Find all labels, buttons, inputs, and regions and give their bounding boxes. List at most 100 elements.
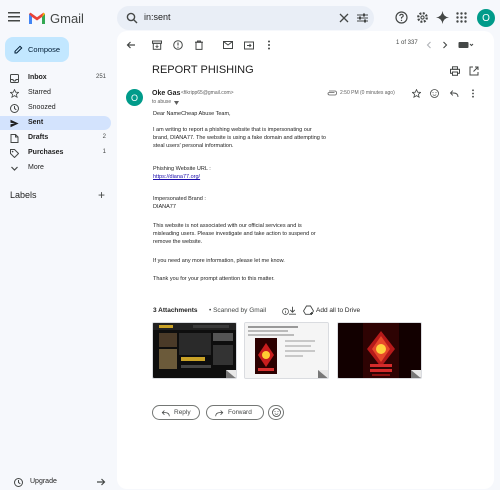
inbox-icon (10, 74, 19, 83)
message-panel: 1 of 337 REPORT PHISHING O Oke Gas <fikr… (117, 31, 494, 489)
sidebar-item-purchases[interactable]: Purchases 1 (0, 146, 111, 160)
forward-icon (215, 409, 224, 417)
attachment-thumbnail-1[interactable] (152, 322, 237, 379)
download-all-icon[interactable] (288, 306, 297, 315)
sidebar-item-label: Purchases (28, 149, 64, 156)
brand-value: DIANA77 (153, 204, 176, 210)
attachment-clip-icon (327, 90, 337, 96)
upgrade-link[interactable]: Upgrade (10, 476, 110, 488)
keyboard-input-icon[interactable] (458, 41, 474, 49)
body-text-line: If you need any more information, please… (153, 258, 285, 264)
sidebar-item-label: More (28, 164, 44, 171)
email-subject: REPORT PHISHING (152, 64, 254, 76)
sidebar-item-drafts[interactable]: Drafts 2 (0, 131, 111, 145)
message-time: 2:50 PM (0 minutes ago) (340, 90, 395, 96)
body-text-line: brand, DIANA77. The website is using a f… (153, 135, 326, 141)
pencil-icon (14, 45, 23, 54)
upgrade-label: Upgrade (30, 478, 57, 485)
sidebar-item-starred[interactable]: Starred (0, 86, 111, 100)
chevron-right-icon[interactable] (440, 40, 450, 50)
labels-heading: Labels (10, 190, 37, 200)
attachment-thumbnail-3[interactable] (337, 322, 422, 379)
draft-icon (10, 134, 19, 143)
mark-unread-icon[interactable] (223, 40, 233, 50)
add-to-drive-icon[interactable] (303, 305, 314, 315)
scanned-by-gmail: • Scanned by Gmail (209, 307, 267, 314)
reply-button[interactable]: Reply (152, 405, 200, 420)
gmail-logo[interactable]: Gmail (28, 9, 84, 27)
more-vert-icon[interactable] (470, 89, 476, 98)
sidebar-item-more[interactable]: More (0, 161, 111, 175)
body-text-line: Thank you for your prompt attention to t… (153, 276, 275, 282)
open-new-window-icon[interactable] (469, 66, 479, 76)
tag-icon (10, 149, 19, 158)
search-options-icon[interactable] (357, 13, 368, 23)
forward-label: Forward (228, 409, 252, 416)
search-input[interactable]: in:sent (144, 12, 171, 22)
add-all-to-drive-link[interactable]: Add all to Drive (316, 307, 360, 314)
settings-gear-icon[interactable] (416, 11, 430, 25)
sidebar-item-snoozed[interactable]: Snoozed (0, 101, 111, 115)
reply-icon (161, 409, 170, 417)
url-label: Phishing Website URL : (153, 166, 211, 172)
pagination-text: 1 of 337 (396, 40, 418, 46)
account-avatar[interactable]: O (477, 9, 495, 27)
more-vert-icon[interactable] (264, 40, 274, 50)
apps-grid-icon[interactable] (456, 12, 470, 26)
star-icon[interactable] (412, 89, 421, 98)
recipient-details-icon[interactable] (174, 101, 179, 105)
emoji-reaction-icon (271, 408, 281, 417)
sidebar-item-label: Sent (28, 119, 44, 126)
send-icon (10, 119, 19, 128)
move-to-icon[interactable] (244, 40, 254, 50)
reply-label: Reply (174, 409, 191, 416)
body-text-line: steal users' personal information. (153, 143, 234, 149)
sidebar-item-count: 2 (102, 134, 106, 140)
body-text-line: misleading users. Please investigate and… (153, 231, 316, 237)
recipient-line[interactable]: to abuse (152, 99, 171, 105)
sidebar-item-inbox[interactable]: Inbox 251 (0, 71, 111, 85)
trash-icon[interactable] (194, 40, 204, 50)
add-label-icon[interactable]: + (98, 188, 105, 202)
sender-avatar[interactable]: O (126, 89, 143, 106)
sidebar-item-sent[interactable]: Sent (0, 116, 111, 130)
sidebar-item-label: Snoozed (28, 104, 56, 111)
body-text-line: This website is not associated with our … (153, 223, 302, 229)
clock-icon (14, 478, 23, 487)
emoji-reaction-button[interactable] (268, 405, 284, 420)
help-icon[interactable] (395, 11, 409, 25)
sidebar-item-label: Inbox (28, 74, 47, 81)
brand-label: Impersonated Brand : (153, 196, 206, 202)
search-bar[interactable]: in:sent (117, 6, 374, 30)
body-text-line: I am writing to report a phishing websit… (153, 127, 312, 133)
phishing-url-link[interactable]: https://diana77.org/ (153, 174, 200, 182)
forward-button[interactable]: Forward (206, 405, 264, 420)
report-spam-icon[interactable] (173, 40, 183, 50)
body-text-line: remove the website. (153, 239, 203, 245)
emoji-reaction-icon[interactable] (430, 89, 439, 98)
attachment-thumbnail-2[interactable] (244, 322, 329, 379)
sidebar-item-count: 251 (95, 74, 106, 80)
sender-name[interactable]: Oke Gas (152, 90, 180, 97)
sender-email: <fikripp65@gmail.com> (181, 90, 234, 96)
print-icon[interactable] (450, 66, 460, 76)
sidebar-item-count: 1 (102, 149, 106, 155)
chevron-left-icon[interactable] (424, 40, 434, 50)
compose-button[interactable]: Compose (5, 37, 69, 62)
star-icon (10, 89, 19, 98)
main-menu-icon[interactable] (8, 11, 22, 23)
arrow-right-icon (96, 477, 106, 487)
reply-icon[interactable] (449, 89, 459, 98)
chevron-down-icon (10, 164, 19, 173)
attachments-count: 3 Attachments (153, 307, 198, 314)
gmail-m-icon (29, 12, 45, 24)
archive-icon[interactable] (152, 40, 162, 50)
sidebar-item-label: Drafts (28, 134, 49, 141)
body-greeting: Dear NameCheap Abuse Team, (153, 111, 231, 117)
clear-search-icon[interactable] (339, 13, 349, 23)
compose-label: Compose (28, 45, 61, 54)
back-arrow-icon[interactable] (126, 40, 136, 50)
gemini-sparkle-icon[interactable] (436, 11, 450, 25)
search-icon[interactable] (126, 12, 138, 24)
clock-icon (10, 104, 19, 113)
